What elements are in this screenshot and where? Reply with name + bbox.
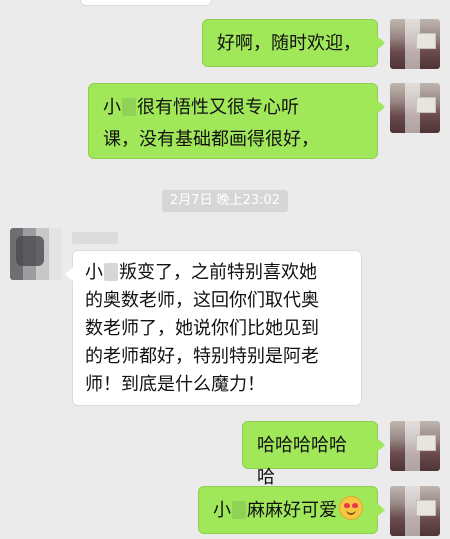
message-text-line: 小很有悟性又很专心听 [103,97,299,118]
timestamp-divider: 2月7日 晚上23:02 [161,190,289,212]
message-text-line: 的奥数老师，这回你们取代奥 [85,290,319,311]
message-text: 小麻麻好可爱 [213,500,337,521]
message-text: 好啊，随时欢迎， [217,33,361,54]
message-text: 哈哈哈哈哈哈 [257,435,347,488]
redacted-name [104,263,118,281]
contact-avatar[interactable] [10,228,62,280]
contact-nickname-redacted [72,232,118,244]
self-avatar[interactable] [390,19,440,69]
self-avatar[interactable] [390,486,440,536]
self-avatar[interactable] [390,83,440,133]
message-text-line: 师！到底是什么魔力！ [85,374,265,395]
self-avatar[interactable] [390,421,440,471]
message-bubble-incoming[interactable]: 小叛变了，之前特别喜欢她 的奥数老师，这回你们取代奥 数老师了，她说你们比她见到… [65,250,362,406]
message-bubble-outgoing[interactable]: 哈哈哈哈哈哈 [242,421,385,488]
message-text-line: 数老师了，她说你们比她见到 [85,318,319,339]
message-text-line: 小叛变了，之前特别喜欢她 [85,262,317,283]
heart-eyes-emoji-icon [339,496,363,520]
redacted-name [122,98,136,116]
redacted-name [232,501,246,519]
chat-window: 好啊，随时欢迎， 小很有悟性又很专心听 课，没有基础都画得很好， 2月7日 晚上… [0,0,450,539]
previous-message-bubble[interactable] [80,0,212,6]
message-text-line: 的老师都好，特别特别是阿老 [85,346,319,367]
message-bubble-outgoing[interactable]: 小很有悟性又很专心听 课，没有基础都画得很好， [88,83,385,159]
message-bubble-outgoing[interactable]: 小麻麻好可爱 [198,486,385,534]
message-text-line: 课，没有基础都画得很好， [103,129,319,150]
message-bubble-outgoing[interactable]: 好啊，随时欢迎， [202,19,385,67]
